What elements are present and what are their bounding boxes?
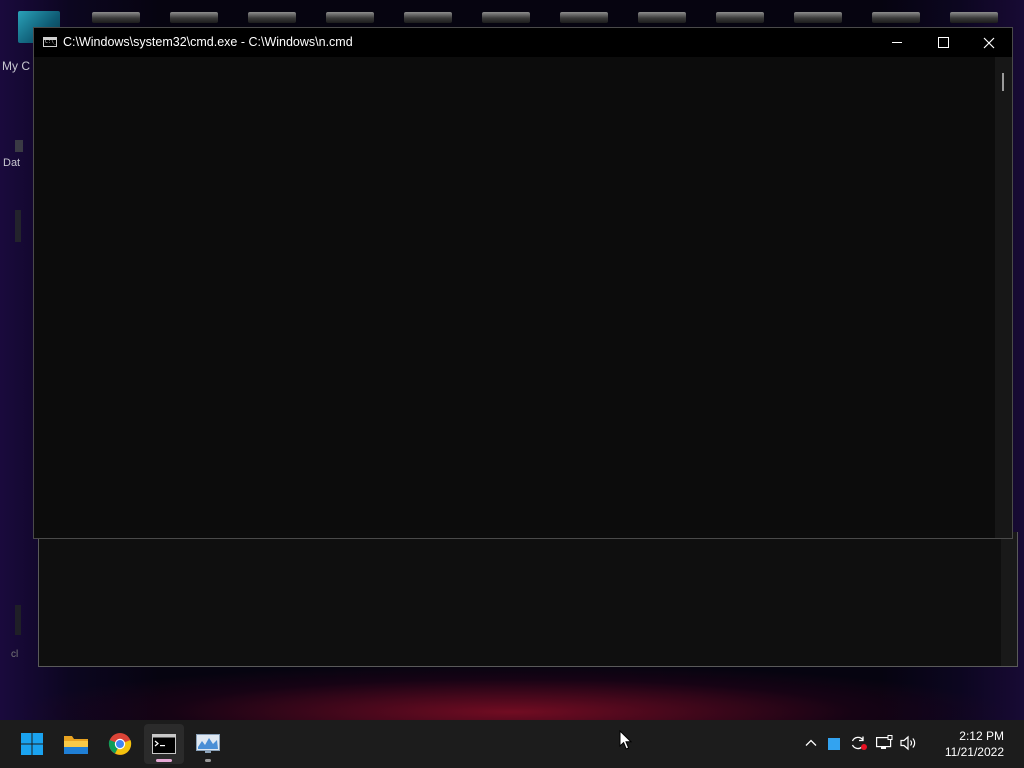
maximize-icon <box>937 37 949 48</box>
blue-square-icon <box>828 738 840 750</box>
desktop-icon-tile[interactable] <box>560 12 608 23</box>
volume-icon <box>900 735 916 751</box>
desktop-icon-label[interactable]: Dat <box>3 157 20 169</box>
title-bar[interactable]: C:\_ C:\Windows\system32\cmd.exe - C:\Wi… <box>34 28 1012 57</box>
desktop-icon[interactable] <box>15 140 23 152</box>
clock-time[interactable]: 2:12 PM <box>959 729 1004 743</box>
taskbar: 2:12 PM 11/21/2022 <box>0 720 1024 768</box>
console-output-area[interactable] <box>34 57 995 538</box>
desktop: My C Dat cl C:\_ C:\Windows\system32\cmd… <box>0 0 1024 720</box>
desktop-icon-tile[interactable] <box>482 12 530 23</box>
file-explorer-button[interactable] <box>56 724 96 764</box>
monitor-chart-icon <box>196 734 220 753</box>
network-icon <box>876 735 893 749</box>
minimize-button[interactable] <box>874 28 920 57</box>
network-button[interactable] <box>876 735 893 756</box>
maximize-button[interactable] <box>920 28 966 57</box>
desktop-icon-tile[interactable] <box>716 12 764 23</box>
desktop-icon[interactable] <box>15 605 21 635</box>
windows-logo-icon <box>21 733 43 755</box>
desktop-icon-tile[interactable] <box>872 12 920 23</box>
console-icon[interactable]: C:\_ <box>43 37 57 47</box>
chrome-button[interactable] <box>100 724 140 764</box>
chevron-up-icon <box>805 739 817 746</box>
desktop-icon-label[interactable]: My C <box>2 59 30 73</box>
desktop-icon-tile[interactable] <box>326 12 374 23</box>
sync-icon <box>851 736 867 750</box>
cmd-icon <box>152 734 176 754</box>
desktop-icon-tile[interactable] <box>794 12 842 23</box>
desktop-icon-tile[interactable] <box>248 12 296 23</box>
desktop-icon-tile[interactable] <box>170 12 218 23</box>
scrollbar-thumb[interactable] <box>1002 73 1004 91</box>
desktop-icon-label[interactable]: cl <box>11 649 18 660</box>
cmd-window[interactable]: C:\_ C:\Windows\system32\cmd.exe - C:\Wi… <box>33 27 1013 539</box>
volume-button[interactable] <box>900 735 918 756</box>
sync-button[interactable] <box>850 735 868 756</box>
desktop-icon-tile[interactable] <box>404 12 452 23</box>
resource-monitor-button[interactable] <box>188 724 228 764</box>
console-icon-text: C:\_ <box>45 39 58 45</box>
window-title: C:\Windows\system32\cmd.exe - C:\Windows… <box>63 35 353 49</box>
desktop-icon-tile[interactable] <box>638 12 686 23</box>
desktop-icon[interactable] <box>15 210 21 242</box>
tray-app-button[interactable] <box>828 737 840 755</box>
close-button[interactable] <box>966 28 1012 57</box>
vertical-scrollbar[interactable] <box>995 57 1012 538</box>
chrome-icon <box>108 733 132 755</box>
folder-icon <box>64 736 88 754</box>
show-hidden-icons-button[interactable] <box>804 736 818 755</box>
system-tray: 2:12 PM 11/21/2022 <box>804 720 1024 768</box>
desktop-icon-tile[interactable] <box>92 12 140 23</box>
clock-date[interactable]: 11/21/2022 <box>945 745 1004 759</box>
close-icon <box>983 37 995 48</box>
desktop-icon-tile[interactable] <box>950 12 998 23</box>
background-console-scrollbar[interactable] <box>1001 532 1017 666</box>
command-prompt-button[interactable] <box>144 724 184 764</box>
running-indicator <box>205 759 211 762</box>
mouse-cursor-icon <box>619 730 633 750</box>
start-button[interactable] <box>12 724 52 764</box>
minimize-icon <box>892 42 902 43</box>
active-indicator <box>156 759 172 762</box>
background-console-window[interactable] <box>38 532 1018 667</box>
